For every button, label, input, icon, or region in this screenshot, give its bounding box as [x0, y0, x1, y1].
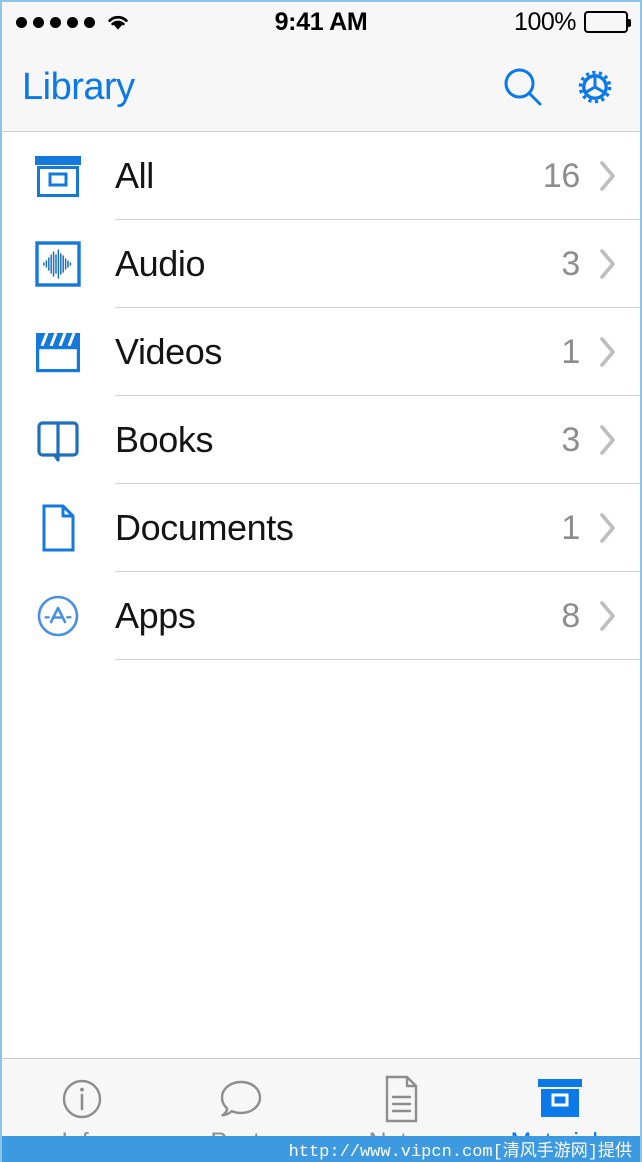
library-list: All 16 Audio 3 Videos 1 Books 3 Document…	[2, 132, 640, 1058]
list-item-count: 1	[561, 509, 580, 547]
search-icon	[504, 68, 542, 105]
battery-icon	[584, 11, 631, 33]
list-item-count: 8	[561, 597, 580, 635]
list-item-books[interactable]: Books 3	[2, 396, 640, 484]
list-item-apps[interactable]: Apps 8	[2, 572, 640, 660]
list-item-label: All	[115, 155, 154, 196]
list-item-label: Apps	[115, 595, 196, 636]
list-item-label: Documents	[115, 507, 294, 548]
waveform-icon	[30, 239, 86, 289]
chevron-right-icon	[598, 599, 618, 633]
list-item-label: Books	[115, 419, 214, 460]
notes-page-icon	[378, 1073, 424, 1125]
chevron-right-icon	[598, 247, 618, 281]
watermark-text: http://www.vipcn.com[清风手游网]提供	[288, 1143, 632, 1162]
list-item-videos[interactable]: Videos 1	[2, 308, 640, 396]
search-button[interactable]	[500, 64, 546, 110]
list-item-count: 3	[561, 421, 580, 459]
document-icon	[30, 502, 86, 554]
page-title: Library	[22, 65, 135, 108]
open-book-icon	[30, 415, 86, 465]
archive-box-icon	[533, 1073, 587, 1125]
app-store-icon	[30, 591, 86, 641]
watermark-bar: http://www.vipcn.com[清风手游网]提供	[2, 1136, 640, 1162]
list-item-count: 1	[561, 333, 580, 371]
navigation-actions	[500, 64, 618, 110]
clapperboard-icon	[30, 327, 86, 377]
gear-icon	[578, 70, 612, 103]
phone-screen: 9:41 AM 100% Library All 16 Audio 3 Vide…	[0, 0, 642, 1162]
list-item-label: Videos	[115, 331, 223, 372]
chevron-right-icon	[598, 335, 618, 369]
list-item-label: Audio	[115, 243, 206, 284]
chevron-right-icon	[598, 423, 618, 457]
chevron-right-icon	[598, 511, 618, 545]
settings-button[interactable]	[572, 64, 618, 110]
archive-box-icon	[30, 151, 86, 201]
info-circle-icon	[57, 1073, 107, 1125]
list-item-count: 3	[561, 245, 580, 283]
chevron-right-icon	[598, 159, 618, 193]
navigation-bar: Library	[2, 42, 640, 132]
list-item-audio[interactable]: Audio 3	[2, 220, 640, 308]
list-item-all[interactable]: All 16	[2, 132, 640, 220]
status-bar-right: 100%	[514, 7, 631, 37]
list-item-count: 16	[542, 157, 581, 195]
speech-bubble-icon	[215, 1073, 267, 1125]
status-bar: 9:41 AM 100%	[2, 2, 640, 42]
battery-percentage: 100%	[514, 7, 576, 36]
list-item-documents[interactable]: Documents 1	[2, 484, 640, 572]
